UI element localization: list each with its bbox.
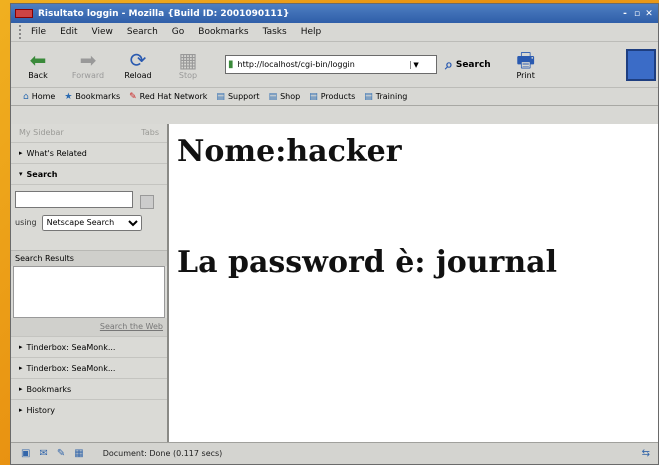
throbber-logo[interactable] [626,49,656,81]
menu-go[interactable]: Go [172,27,184,37]
username-heading: Nome:hacker [177,134,402,169]
menu-file[interactable]: File [31,27,46,37]
toolbar-grip[interactable] [19,25,23,39]
navigation-toolbar: ⬅ Back ➡ Forward ⟳ Reload ▦ Stop ▮ ▼ ⌕ S… [11,42,658,88]
toolbar-support[interactable]: ▤ Support [216,92,259,102]
mail-icon[interactable]: ✉ [39,448,47,459]
reload-button[interactable]: ⟳ Reload [117,49,159,80]
bookmarks-icon: ★ [64,91,73,102]
minimize-button[interactable]: - [620,9,630,19]
chevron-right-icon: ▸ [19,364,23,372]
menu-help[interactable]: Help [301,27,322,37]
folder-icon: ▤ [309,91,318,102]
back-button[interactable]: ⬅ Back [17,49,59,80]
password-heading: La password è: journal [177,245,557,280]
printer-icon: 🖶 [516,48,536,72]
search-the-web-link[interactable]: Search the Web [11,318,167,336]
menu-tasks[interactable]: Tasks [263,27,287,37]
toolbar-bookmarks[interactable]: ★ Bookmarks [64,92,120,102]
sidebar-item-bookmarks[interactable]: ▸ Bookmarks [11,378,167,399]
sidebar-title: My Sidebar [19,128,64,137]
close-button[interactable]: ✕ [644,9,654,19]
address-book-icon[interactable]: ▦ [74,448,83,459]
search-button[interactable]: ⌕ Search [445,57,491,73]
navigator-icon[interactable]: ▣ [21,448,30,459]
chevron-right-icon: ▸ [19,385,23,393]
stop-button[interactable]: ▦ Stop [167,49,209,80]
search-icon: ⌕ [445,56,453,73]
title-bar[interactable]: Risultato loggin - Mozilla {Build ID: 20… [11,4,658,23]
browser-window: Risultato loggin - Mozilla {Build ID: 20… [10,3,659,465]
folder-icon: ▤ [216,91,225,102]
folder-icon: ▤ [268,91,278,102]
status-message: Document: Done (0.117 secs) [102,449,223,458]
status-bar: ▣ ✉ ✎ ▦ Document: Done (0.117 secs) ⇆ [11,442,658,464]
sidebar-item-history[interactable]: ▸ History [11,399,167,420]
web-page: Nome:hacker La password è: journal [169,124,658,442]
toolbar-shop[interactable]: ▤ Shop [269,92,301,102]
sidebar-search-input[interactable] [15,191,133,208]
composer-icon[interactable]: ✎ [57,448,65,459]
url-input[interactable] [237,60,410,69]
menu-bar: File Edit View Search Go Bookmarks Tasks… [11,23,658,42]
page-icon: ▮ [228,59,234,70]
back-label: Back [28,71,48,80]
search-engine-row: using Netscape Search [15,214,163,231]
url-dropdown-icon[interactable]: ▼ [409,60,422,69]
toolbar-training[interactable]: ▤ Training [364,92,407,102]
stop-label: Stop [178,71,198,80]
reload-label: Reload [124,71,152,80]
sidebar-item-search[interactable]: ▾ Search [11,163,167,184]
content-area: My Sidebar Tabs ▸ What's Related ▾ Searc… [11,124,658,442]
link-icon: ✎ [129,91,137,102]
print-label: Print [516,71,535,80]
sidebar-item-tinderbox-1[interactable]: ▸ Tinderbox: SeaMonk... [11,336,167,357]
search-label: Search [455,59,491,70]
mozilla-icon [15,9,33,18]
forward-arrow-icon: ➡ [79,48,97,72]
toolbar-red-hat-network[interactable]: ✎ Red Hat Network [129,92,207,102]
stop-icon: ▦ [178,48,198,72]
url-bar[interactable]: ▮ ▼ [225,55,437,74]
menu-search[interactable]: Search [127,27,158,37]
toolbar-products[interactable]: ▤ Products [309,92,355,102]
chevron-down-icon: ▾ [19,170,23,178]
search-results-list[interactable] [13,266,165,318]
home-icon: ⌂ [23,91,29,102]
window-title: Risultato loggin - Mozilla {Build ID: 20… [38,8,290,19]
sidebar-search-go-button[interactable] [139,194,154,209]
reload-icon: ⟳ [129,48,147,72]
sidebar-item-whats-related[interactable]: ▸ What's Related [11,142,167,163]
maximize-button[interactable]: ▫ [632,9,642,19]
back-arrow-icon: ⬅ [29,48,47,72]
menu-edit[interactable]: Edit [60,27,77,37]
menu-bookmarks[interactable]: Bookmarks [198,27,248,37]
chevron-right-icon: ▸ [19,149,23,157]
chevron-right-icon: ▸ [19,343,23,351]
personal-toolbar: ⌂ Home ★ Bookmarks ✎ Red Hat Network ▤ Suppo… [11,88,658,106]
search-results-label: Search Results [11,250,167,266]
sidebar-search-panel: using Netscape Search [11,184,167,250]
folder-icon: ▤ [364,91,373,102]
menu-view[interactable]: View [92,27,113,37]
sidebar-tabs-button[interactable]: Tabs [141,128,159,138]
sidebar: My Sidebar Tabs ▸ What's Related ▾ Searc… [11,124,169,442]
forward-label: Forward [71,71,105,80]
print-button[interactable]: 🖶 Print [505,49,547,80]
forward-button[interactable]: ➡ Forward [67,49,109,80]
search-engine-select[interactable]: Netscape Search [41,214,142,231]
sidebar-item-tinderbox-2[interactable]: ▸ Tinderbox: SeaMonk... [11,357,167,378]
sidebar-header: My Sidebar Tabs [11,124,167,142]
security-icon: ⇆ [641,448,650,459]
chevron-right-icon: ▸ [19,406,23,414]
window-controls: - ▫ ✕ [620,9,654,19]
toolbar-home[interactable]: ⌂ Home [23,92,55,102]
using-label: using [15,218,37,227]
